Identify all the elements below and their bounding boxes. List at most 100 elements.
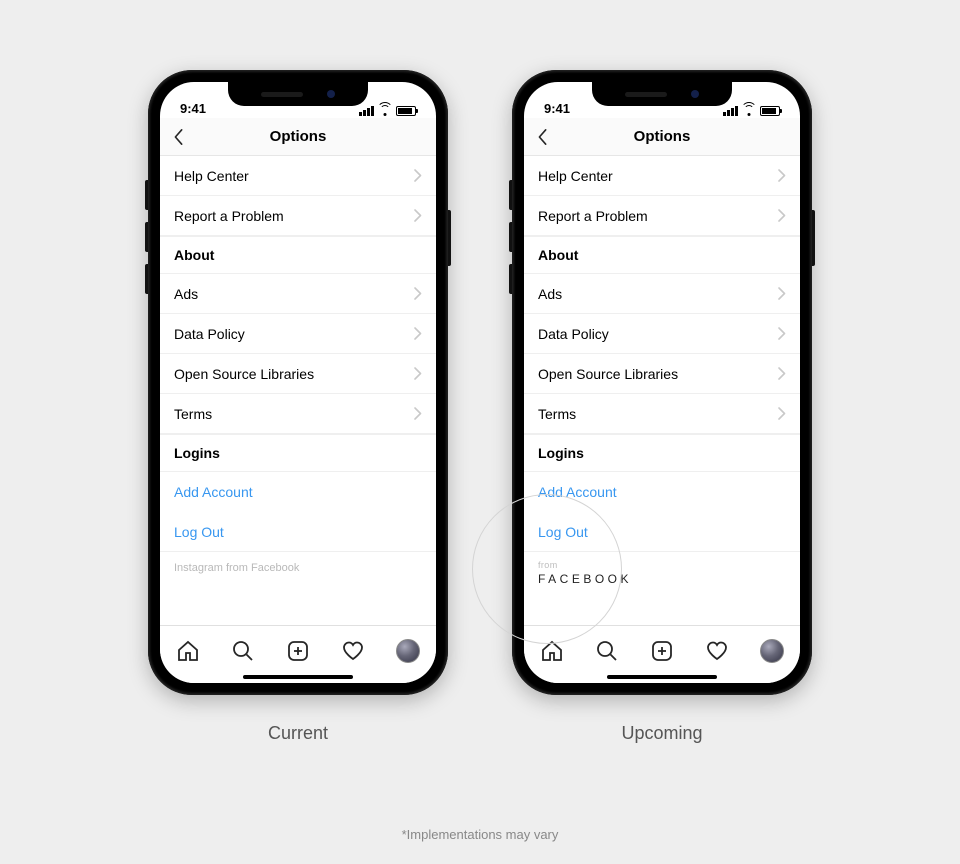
page-title: Options — [634, 128, 691, 145]
section-title: About — [174, 247, 214, 263]
avatar-icon — [396, 639, 420, 663]
footer-attribution: from FACEBOOK — [524, 552, 800, 590]
row-data-policy[interactable]: Data Policy — [160, 314, 436, 354]
row-terms[interactable]: Terms — [160, 394, 436, 434]
section-title: Logins — [538, 445, 584, 461]
row-label: Report a Problem — [538, 208, 648, 224]
chevron-right-icon — [414, 367, 422, 380]
row-open-source[interactable]: Open Source Libraries — [160, 354, 436, 394]
chevron-right-icon — [414, 407, 422, 420]
tab-search[interactable] — [594, 638, 620, 664]
tab-activity[interactable] — [340, 638, 366, 664]
back-button[interactable] — [168, 126, 190, 148]
caption-current: Current — [268, 723, 328, 744]
chevron-right-icon — [414, 209, 422, 222]
heart-icon — [705, 639, 729, 663]
tab-home[interactable] — [175, 638, 201, 664]
nav-header: Options — [160, 118, 436, 156]
chevron-left-icon — [173, 128, 185, 146]
row-label: Log Out — [174, 524, 224, 540]
row-open-source[interactable]: Open Source Libraries — [524, 354, 800, 394]
battery-icon — [760, 106, 780, 116]
row-add-account[interactable]: Add Account — [524, 472, 800, 512]
row-label: Terms — [174, 406, 212, 422]
row-report-problem[interactable]: Report a Problem — [524, 196, 800, 236]
footnote: *Implementations may vary — [0, 827, 960, 842]
search-icon — [231, 639, 255, 663]
battery-icon — [396, 106, 416, 116]
phone-upcoming: 9:41 Options Help Center — [512, 70, 812, 695]
row-log-out[interactable]: Log Out — [524, 512, 800, 552]
status-time: 9:41 — [544, 101, 570, 116]
section-title: Logins — [174, 445, 220, 461]
cellular-icon — [723, 106, 738, 116]
row-label: Data Policy — [538, 326, 609, 342]
row-label: Ads — [538, 286, 562, 302]
chevron-right-icon — [778, 169, 786, 182]
row-help-center[interactable]: Help Center — [524, 156, 800, 196]
section-logins: Logins — [160, 434, 436, 472]
chevron-right-icon — [778, 209, 786, 222]
tab-new-post[interactable] — [285, 638, 311, 664]
avatar-icon — [760, 639, 784, 663]
row-label: Help Center — [538, 168, 613, 184]
search-icon — [595, 639, 619, 663]
heart-icon — [341, 639, 365, 663]
row-label: Ads — [174, 286, 198, 302]
chevron-right-icon — [778, 407, 786, 420]
section-about: About — [160, 236, 436, 274]
chevron-left-icon — [537, 128, 549, 146]
home-indicator[interactable] — [243, 675, 353, 679]
home-indicator[interactable] — [607, 675, 717, 679]
wifi-icon — [378, 106, 392, 116]
chevron-right-icon — [414, 169, 422, 182]
tab-home[interactable] — [539, 638, 565, 664]
row-label: Log Out — [538, 524, 588, 540]
row-label: Add Account — [538, 484, 617, 500]
caption-upcoming: Upcoming — [621, 723, 702, 744]
back-button[interactable] — [532, 126, 554, 148]
notch — [228, 82, 368, 106]
tab-activity[interactable] — [704, 638, 730, 664]
home-icon — [176, 639, 200, 663]
row-log-out[interactable]: Log Out — [160, 512, 436, 552]
row-label: Help Center — [174, 168, 249, 184]
tab-search[interactable] — [230, 638, 256, 664]
plus-square-icon — [286, 639, 310, 663]
home-icon — [540, 639, 564, 663]
tab-new-post[interactable] — [649, 638, 675, 664]
footer-brand-name: FACEBOOK — [538, 572, 786, 586]
section-logins: Logins — [524, 434, 800, 472]
row-label: Add Account — [174, 484, 253, 500]
chevron-right-icon — [778, 327, 786, 340]
footer-attribution: Instagram from Facebook — [160, 552, 436, 584]
footer-from: from — [538, 560, 786, 570]
row-report-problem[interactable]: Report a Problem — [160, 196, 436, 236]
row-label: Open Source Libraries — [538, 366, 678, 382]
chevron-right-icon — [414, 327, 422, 340]
chevron-right-icon — [778, 367, 786, 380]
tab-profile[interactable] — [395, 638, 421, 664]
section-about: About — [524, 236, 800, 274]
row-terms[interactable]: Terms — [524, 394, 800, 434]
row-label: Report a Problem — [174, 208, 284, 224]
row-label: Terms — [538, 406, 576, 422]
chevron-right-icon — [414, 287, 422, 300]
row-label: Open Source Libraries — [174, 366, 314, 382]
row-label: Data Policy — [174, 326, 245, 342]
row-ads[interactable]: Ads — [160, 274, 436, 314]
row-add-account[interactable]: Add Account — [160, 472, 436, 512]
nav-header: Options — [524, 118, 800, 156]
tab-profile[interactable] — [759, 638, 785, 664]
phone-current: 9:41 Options Help Center — [148, 70, 448, 695]
section-title: About — [538, 247, 578, 263]
plus-square-icon — [650, 639, 674, 663]
row-ads[interactable]: Ads — [524, 274, 800, 314]
notch — [592, 82, 732, 106]
status-time: 9:41 — [180, 101, 206, 116]
cellular-icon — [359, 106, 374, 116]
chevron-right-icon — [778, 287, 786, 300]
wifi-icon — [742, 106, 756, 116]
row-help-center[interactable]: Help Center — [160, 156, 436, 196]
row-data-policy[interactable]: Data Policy — [524, 314, 800, 354]
